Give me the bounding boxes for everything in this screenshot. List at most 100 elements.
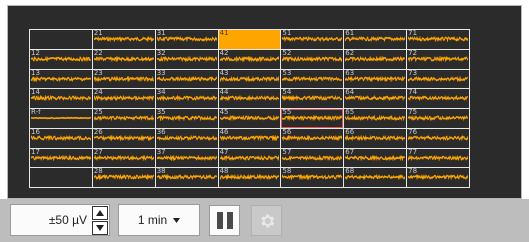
electrode-cell[interactable]: 72 [407, 49, 470, 70]
electrode-cell[interactable]: 48 [218, 168, 282, 188]
range-increase-button[interactable] [92, 206, 108, 220]
electrode-cell[interactable]: 13 [30, 69, 93, 90]
electrode-cell[interactable]: 45 [218, 109, 282, 129]
signal-trace [219, 75, 280, 82]
electrode-cell[interactable]: 78 [407, 168, 470, 188]
electrode-cell[interactable]: 27 [92, 148, 156, 169]
caret-down-icon [173, 217, 181, 223]
electrode-cell[interactable]: 21 [92, 30, 156, 50]
signal-trace [156, 174, 217, 181]
signal-trace [93, 36, 154, 42]
electrode-cell[interactable]: 34 [155, 89, 219, 109]
signal-trace [156, 154, 217, 161]
electrode-cell[interactable]: 68 [344, 168, 408, 188]
signal-trace [282, 95, 343, 102]
signal-trace [156, 55, 217, 62]
electrode-cell[interactable]: 32 [155, 49, 219, 70]
chevron-down-icon [96, 225, 104, 231]
electrode-cell[interactable]: 74 [407, 89, 470, 109]
signal-trace [408, 95, 468, 102]
electrode-cell[interactable]: 17 [30, 148, 93, 169]
electrode-cell[interactable]: 22 [92, 49, 156, 70]
electrode-cell[interactable]: 35 [155, 109, 219, 129]
electrode-cell[interactable]: 57 [281, 148, 345, 169]
signal-trace [282, 75, 343, 82]
signal-trace [156, 36, 217, 42]
electrode-cell[interactable]: 46 [218, 128, 282, 149]
signal-trace [282, 115, 343, 121]
signal-trace [31, 154, 91, 161]
signal-trace [219, 95, 280, 102]
electrode-cell[interactable]: 58 [281, 168, 345, 188]
settings-button[interactable] [251, 205, 282, 236]
electrode-cell[interactable]: 33 [155, 69, 219, 90]
electrode-cell[interactable]: 42 [218, 49, 282, 70]
electrode-cell[interactable]: 54 [281, 89, 345, 109]
signal-trace [282, 55, 343, 62]
electrode-cell[interactable]: 23 [92, 69, 156, 90]
electrode-cell[interactable]: 47 [218, 148, 282, 169]
electrode-cell[interactable]: 37 [155, 148, 219, 169]
electrode-cell[interactable]: 75 [407, 109, 470, 129]
electrode-cell[interactable]: 14 [30, 89, 93, 109]
electrode-cell[interactable]: 64 [344, 89, 408, 109]
voltage-range-value[interactable]: ±50 µV [17, 205, 87, 235]
pause-icon [216, 212, 223, 229]
electrode-cell[interactable]: 71 [407, 30, 470, 50]
electrode-cell[interactable]: 28 [92, 168, 156, 188]
signal-trace [93, 134, 154, 141]
electrode-cell[interactable]: 76 [407, 128, 470, 149]
electrode-cell[interactable]: 73 [407, 69, 470, 90]
signal-trace [345, 154, 406, 161]
electrode-cell[interactable]: 65 [344, 109, 408, 129]
signal-trace [282, 174, 343, 181]
electrode-cell[interactable]: 62 [344, 49, 408, 70]
electrode-cell[interactable]: 25 [92, 109, 156, 129]
signal-trace [408, 75, 468, 82]
signal-trace [31, 75, 91, 82]
signal-trace [219, 134, 280, 141]
electrode-cell[interactable]: 67 [344, 148, 408, 169]
time-interval-dropdown[interactable]: 1 min [118, 204, 200, 236]
electrode-cell[interactable]: 56 [281, 128, 345, 149]
chevron-up-icon [96, 210, 104, 216]
electrode-cell[interactable]: 31 [155, 30, 219, 50]
electrode-cell[interactable]: 26 [92, 128, 156, 149]
electrode-cell-empty[interactable] [30, 30, 93, 50]
electrode-cell[interactable]: 66 [344, 128, 408, 149]
electrode-cell[interactable]: 24 [92, 89, 156, 109]
signal-trace [408, 154, 468, 161]
pause-icon-bar [226, 212, 233, 229]
electrode-cell[interactable]: 44 [218, 89, 282, 109]
electrode-cell[interactable]: 55 [281, 109, 345, 129]
electrode-cell[interactable]: 61 [344, 30, 408, 50]
electrode-cell[interactable]: 36 [155, 128, 219, 149]
electrode-cell[interactable]: 12 [30, 49, 93, 70]
electrode-cell[interactable]: 53 [281, 69, 345, 90]
signal-trace [345, 134, 406, 141]
signal-trace [93, 55, 154, 62]
range-decrease-button[interactable] [92, 221, 108, 235]
electrode-cell[interactable]: R-f [30, 109, 93, 129]
signal-trace [31, 95, 91, 102]
signal-trace [93, 75, 154, 82]
signal-trace [282, 36, 343, 42]
pause-button[interactable] [209, 205, 240, 236]
signal-trace [219, 115, 280, 121]
electrode-cell[interactable]: 38 [155, 168, 219, 188]
electrode-cell-empty[interactable] [30, 168, 93, 188]
electrode-cell[interactable]: 51 [281, 30, 345, 50]
gear-icon [260, 213, 274, 228]
signal-trace [31, 116, 91, 120]
electrode-cell[interactable]: 77 [407, 148, 470, 169]
electrode-grid: 21 31 41 51 61 71 12 22 32 42 52 62 72 13 23 33 43 53 63 73… [29, 29, 470, 188]
electrode-cell[interactable]: 41 [218, 30, 282, 50]
signal-trace [282, 134, 343, 141]
signal-trace [345, 174, 406, 181]
electrode-cell[interactable]: 52 [281, 49, 345, 70]
electrode-label: 41 [219, 30, 229, 37]
voltage-range-field[interactable]: ±50 µV [10, 204, 110, 236]
electrode-cell[interactable]: 43 [218, 69, 282, 90]
electrode-cell[interactable]: 63 [344, 69, 408, 90]
electrode-cell[interactable]: 16 [30, 128, 93, 149]
